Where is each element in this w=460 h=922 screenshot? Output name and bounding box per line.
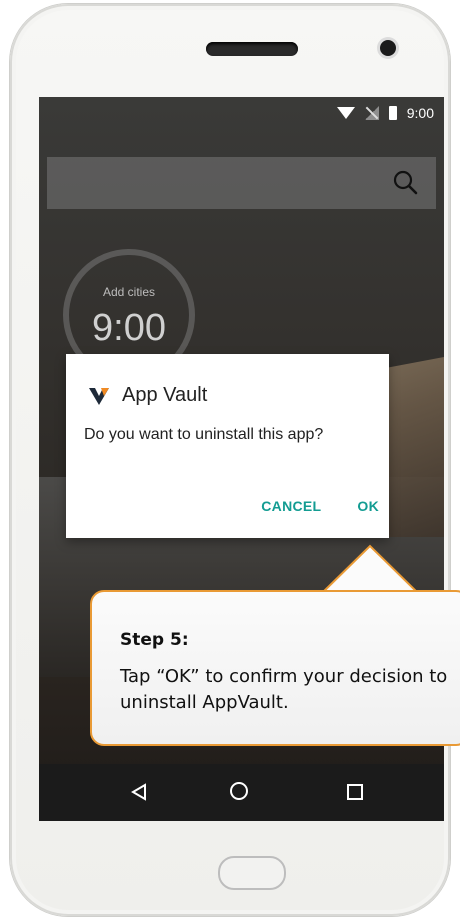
cancel-button[interactable]: CANCEL	[261, 498, 321, 514]
search-icon[interactable]	[392, 169, 418, 195]
front-camera	[380, 40, 396, 56]
clock-time: 9:00	[92, 307, 166, 349]
ok-button[interactable]: OK	[357, 498, 379, 514]
uninstall-dialog: App Vault Do you want to uninstall this …	[66, 354, 389, 538]
step-title: Step 5:	[120, 630, 189, 650]
status-time: 9:00	[406, 105, 434, 121]
back-icon[interactable]	[131, 783, 147, 801]
home-icon[interactable]	[230, 782, 248, 800]
no-signal-icon	[364, 106, 379, 120]
wifi-icon	[336, 107, 355, 119]
step-callout: Step 5: Tap “OK” to confirm your decisio…	[90, 590, 460, 746]
navigation-bar	[39, 764, 444, 821]
status-bar: 9:00	[39, 97, 444, 133]
step-instruction: Tap “OK” to confirm your decision to uni…	[120, 666, 448, 713]
earpiece-speaker	[206, 42, 298, 56]
search-bar[interactable]	[47, 157, 436, 209]
dialog-message: Do you want to uninstall this app?	[84, 426, 324, 443]
clock-add-cities[interactable]: Add cities	[69, 285, 189, 299]
app-vault-logo-icon	[89, 387, 109, 405]
battery-icon	[388, 106, 397, 120]
hardware-home-button[interactable]	[218, 856, 286, 890]
callout-pointer	[317, 544, 423, 596]
dialog-title: App Vault	[122, 384, 208, 406]
recents-icon[interactable]	[347, 784, 363, 800]
